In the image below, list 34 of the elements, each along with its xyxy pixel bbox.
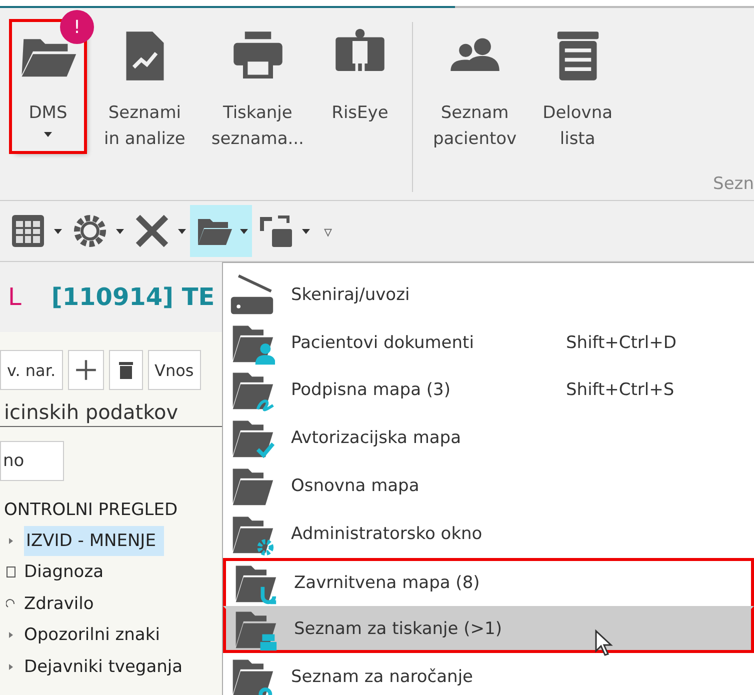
ribbon-button[interactable]: Seznam pacientov: [426, 22, 523, 173]
menu-item[interactable]: Seznam za naročanje: [223, 653, 754, 695]
patient-title: [110914] TE: [51, 283, 215, 311]
tree-item[interactable]: Diagnoza: [24, 557, 104, 588]
menu-item[interactable]: Administratorsko okno: [223, 510, 754, 558]
plus-icon: [74, 359, 97, 381]
tree-item[interactable]: IZVID - MNENJE: [24, 526, 164, 556]
alert-badge: !: [60, 10, 94, 44]
ribbon-button[interactable]: Tiskanje seznama...: [205, 22, 310, 173]
ribbon-button[interactable]: Seznami in analize: [98, 22, 192, 173]
toolbar-button[interactable]: [190, 205, 252, 257]
action-button[interactable]: Vnos: [148, 350, 201, 390]
tree-item[interactable]: Zdravilo: [24, 588, 94, 619]
ribbon-button[interactable]: RisEye: [324, 22, 396, 147]
tree-item[interactable]: Opozorilni znaki: [24, 620, 160, 650]
tree-item[interactable]: Dejavniki tveganja: [24, 652, 183, 682]
tree-item[interactable]: ONTROLNI PREGLED: [0, 495, 222, 525]
patient-prefix: L: [8, 283, 22, 311]
group-label: Sezn: [713, 174, 754, 194]
filter-field[interactable]: no: [0, 441, 64, 481]
menu-item[interactable]: Seznam za tiskanje (>1): [223, 606, 754, 654]
menu-item[interactable]: Skeniraj/uvozi: [223, 271, 754, 319]
menu-item[interactable]: Osnovna mapa: [223, 462, 754, 510]
expand-box-icon: [6, 566, 16, 578]
menu-item[interactable]: Pacientovi dokumenti Shift+Ctrl+D: [223, 318, 754, 367]
overflow-button[interactable]: ▿: [324, 222, 332, 240]
delete-button[interactable]: [108, 350, 143, 390]
ribbon-button[interactable]: Delovna lista: [536, 22, 619, 173]
menu-item[interactable]: Podpisna mapa (3) Shift+Ctrl+S: [223, 366, 754, 414]
action-button[interactable]: v. nar.: [0, 350, 63, 390]
ring-icon: [6, 598, 16, 610]
add-button[interactable]: [68, 350, 104, 390]
mouse-pointer-icon: [594, 628, 614, 657]
menu-item[interactable]: Avtorizacijska mapa: [223, 414, 754, 462]
